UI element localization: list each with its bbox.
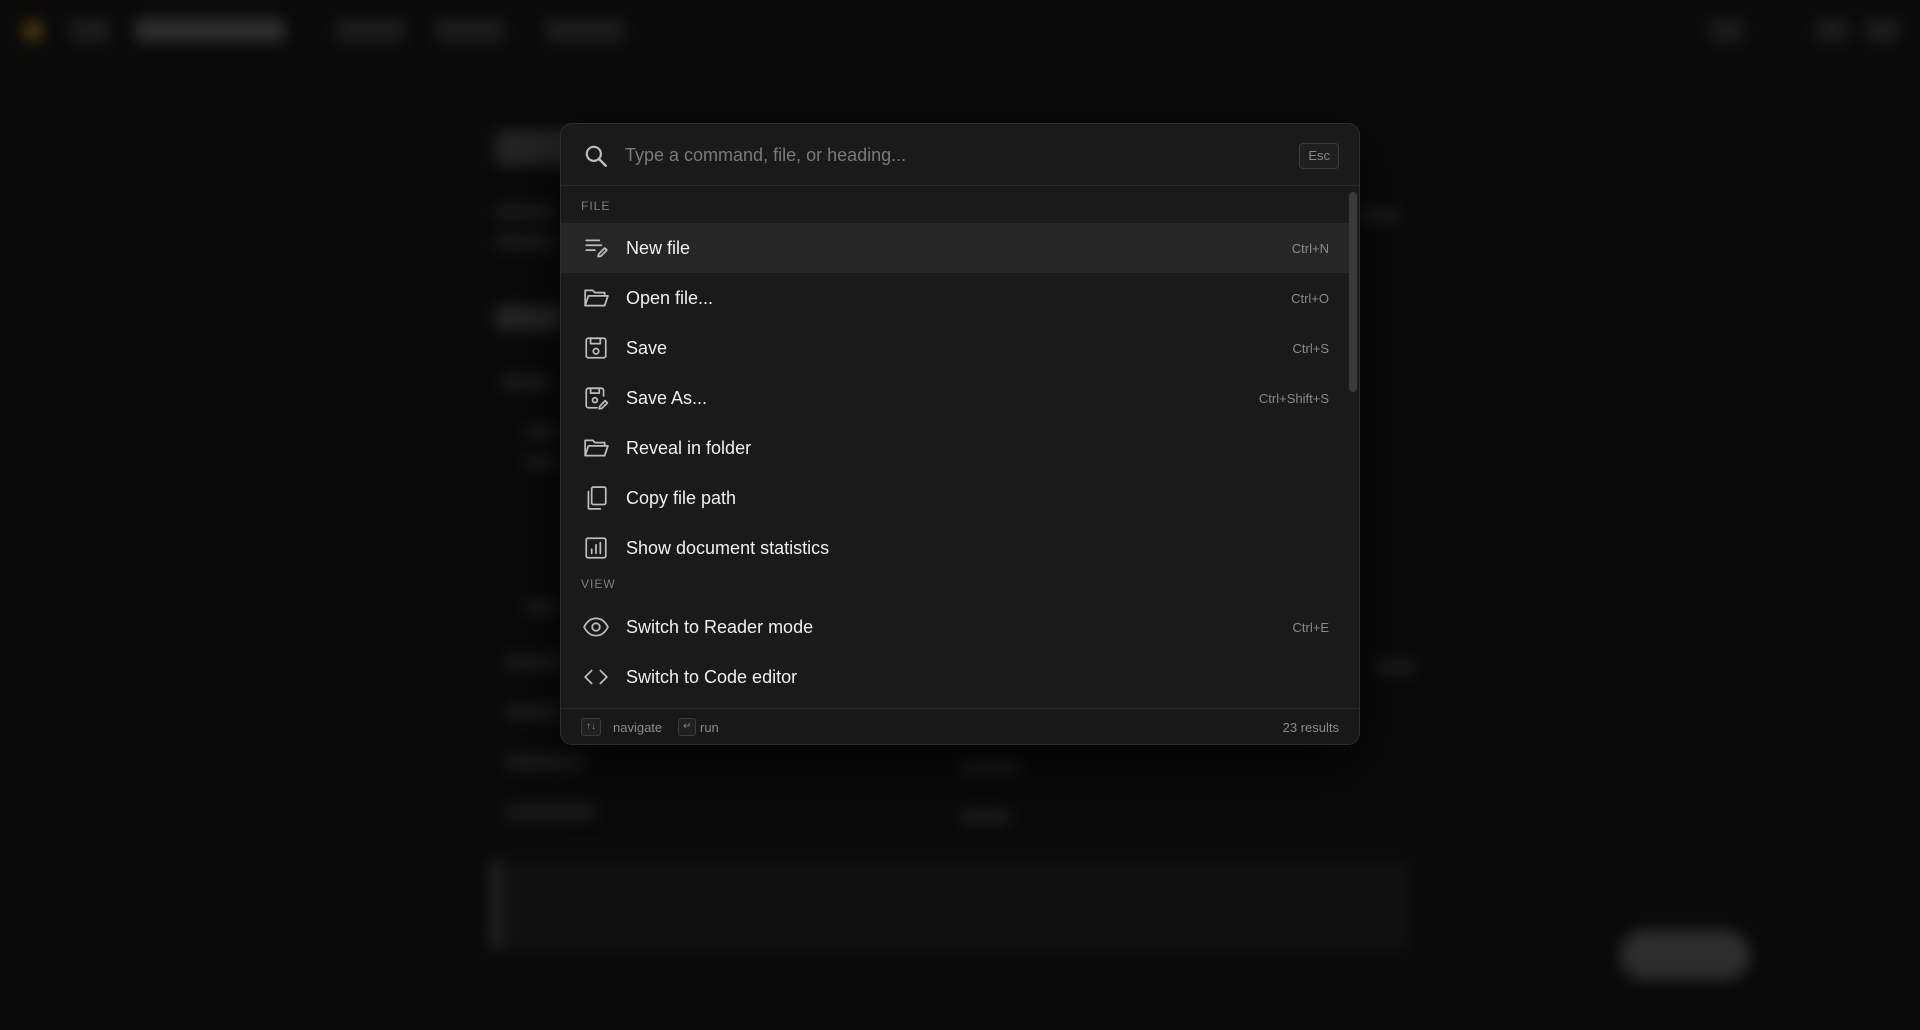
command-shortcut: Ctrl+E — [1292, 620, 1329, 635]
bg-text-line — [525, 455, 555, 469]
code-icon — [584, 669, 608, 685]
command-palette: Esc FILE New file Ctrl+N Open file... Ct… — [560, 123, 1360, 745]
background-toolbar — [0, 0, 1920, 58]
bg-text-line — [500, 375, 550, 389]
command-item-code-editor[interactable]: Switch to Code editor — [561, 652, 1349, 702]
save-as-icon — [585, 387, 609, 410]
result-count: 23 results — [1282, 720, 1339, 735]
bg-toolbar-tab — [545, 18, 625, 42]
app-logo — [22, 20, 44, 42]
bg-table-cell — [505, 705, 565, 719]
command-label: Save — [626, 338, 668, 358]
bg-table-cell — [1375, 660, 1415, 674]
bg-table-cell — [505, 755, 585, 769]
command-label: Show document statistics — [626, 538, 830, 558]
bg-document-title — [135, 18, 285, 42]
bg-text-line — [495, 205, 555, 219]
save-icon — [585, 337, 607, 359]
command-search-input[interactable] — [625, 138, 1265, 172]
navigate-hint-label: navigate — [613, 720, 663, 735]
command-shortcut: Ctrl+O — [1291, 291, 1329, 306]
bg-toolbar-button — [1710, 18, 1744, 42]
section-label-file: FILE — [581, 199, 611, 213]
bg-section-heading — [495, 305, 565, 331]
command-list: FILE New file Ctrl+N Open file... Ctrl+O — [561, 187, 1349, 709]
command-label: Save As... — [626, 388, 708, 408]
bg-toolbar-button — [1865, 18, 1899, 42]
command-item-reader-mode[interactable]: Switch to Reader mode Ctrl+E — [561, 602, 1349, 652]
section-label-view: VIEW — [581, 577, 616, 591]
folder-icon — [584, 439, 609, 457]
bg-menu-item — [70, 18, 110, 42]
navigate-key-hint: ↑↓ — [581, 718, 601, 736]
bg-table-cell — [960, 760, 1020, 774]
bg-table-cell — [505, 655, 565, 669]
bg-text-line — [525, 600, 555, 614]
command-label: Copy file path — [626, 488, 737, 508]
folder-open-icon — [584, 289, 609, 307]
bg-floating-button — [1620, 930, 1750, 980]
search-icon — [585, 145, 607, 167]
command-item-save-as[interactable]: Save As... Ctrl+Shift+S — [561, 373, 1349, 423]
command-item-document-statistics[interactable]: Show document statistics — [561, 523, 1349, 573]
command-item-copy-file-path[interactable]: Copy file path — [561, 473, 1349, 523]
command-item-reveal-in-folder[interactable]: Reveal in folder — [561, 423, 1349, 473]
bg-toolbar-tab — [435, 18, 505, 42]
bg-callout-block — [490, 860, 1410, 950]
command-label: Reveal in folder — [626, 438, 752, 458]
esc-key-hint[interactable]: Esc — [1299, 143, 1339, 169]
bg-toolbar-tab — [335, 18, 405, 42]
palette-search-bar: Esc — [561, 124, 1359, 186]
bg-table-cell — [505, 805, 595, 819]
new-file-icon — [585, 239, 608, 258]
command-item-open-file[interactable]: Open file... Ctrl+O — [561, 273, 1349, 323]
command-shortcut: Ctrl+Shift+S — [1258, 391, 1329, 406]
command-label: New file — [626, 238, 691, 258]
statistics-icon — [585, 537, 607, 559]
palette-footer: ↑↓ navigate ↵ run 23 results — [561, 708, 1359, 744]
command-list-scrollbar[interactable] — [1349, 192, 1357, 392]
command-label: Switch to Code editor — [626, 667, 798, 687]
run-hint-label: run — [700, 720, 719, 735]
eye-icon — [583, 617, 609, 637]
command-shortcut: Ctrl+N — [1291, 241, 1329, 256]
enter-key-hint: ↵ — [678, 718, 697, 736]
command-item-save[interactable]: Save Ctrl+S — [561, 323, 1349, 373]
bg-table-cell — [960, 810, 1010, 824]
command-label: Switch to Reader mode — [626, 617, 814, 637]
bg-text-line — [525, 425, 555, 439]
bg-text-line — [1360, 208, 1400, 222]
command-label: Open file... — [626, 288, 714, 308]
bg-text-line — [495, 235, 555, 249]
copy-icon — [587, 486, 607, 510]
command-item-new-file[interactable]: New file Ctrl+N — [561, 223, 1349, 273]
command-shortcut: Ctrl+S — [1292, 341, 1329, 356]
bg-toolbar-button — [1815, 18, 1849, 42]
